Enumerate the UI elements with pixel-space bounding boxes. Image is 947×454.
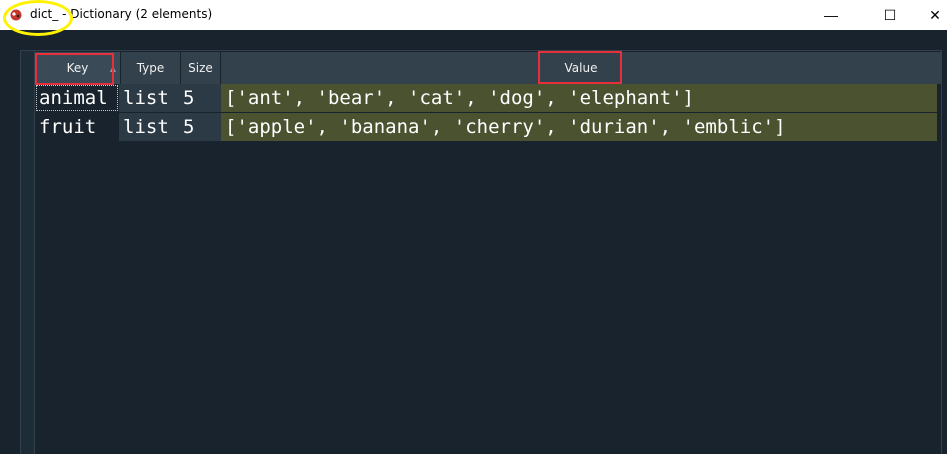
annotation-box-value xyxy=(538,51,622,84)
header-size[interactable]: Size xyxy=(181,52,221,84)
size-cell[interactable]: 5 xyxy=(179,84,221,112)
title-bar: dict_ - Dictionary (2 elements) — ☐ ✕ xyxy=(0,0,947,36)
maximize-button[interactable]: ☐ xyxy=(867,0,913,30)
type-cell[interactable]: list xyxy=(119,84,179,112)
type-cell[interactable]: list xyxy=(119,113,179,141)
table-header: Key ▲ Type Size Value xyxy=(35,52,941,84)
value-cell[interactable]: ['ant', 'bear', 'cat', 'dog', 'elephant'… xyxy=(221,84,937,112)
row-header-column xyxy=(21,51,35,454)
table-row[interactable]: fruit list 5 ['apple', 'banana', 'cherry… xyxy=(35,113,937,141)
table-row[interactable]: animal list 5 ['ant', 'bear', 'cat', 'do… xyxy=(35,84,937,112)
close-button[interactable]: ✕ xyxy=(912,0,947,30)
header-type-label: Type xyxy=(136,61,165,75)
header-size-label: Size xyxy=(188,61,213,75)
header-type[interactable]: Type xyxy=(121,52,181,84)
annotation-ellipse xyxy=(3,0,73,36)
key-cell[interactable]: animal xyxy=(35,84,119,112)
size-cell[interactable]: 5 xyxy=(179,113,221,141)
value-cell[interactable]: ['apple', 'banana', 'cherry', 'durian', … xyxy=(221,113,937,141)
key-cell[interactable]: fruit xyxy=(35,113,119,141)
minimize-button[interactable]: — xyxy=(808,0,854,30)
annotation-box-key xyxy=(35,53,114,85)
